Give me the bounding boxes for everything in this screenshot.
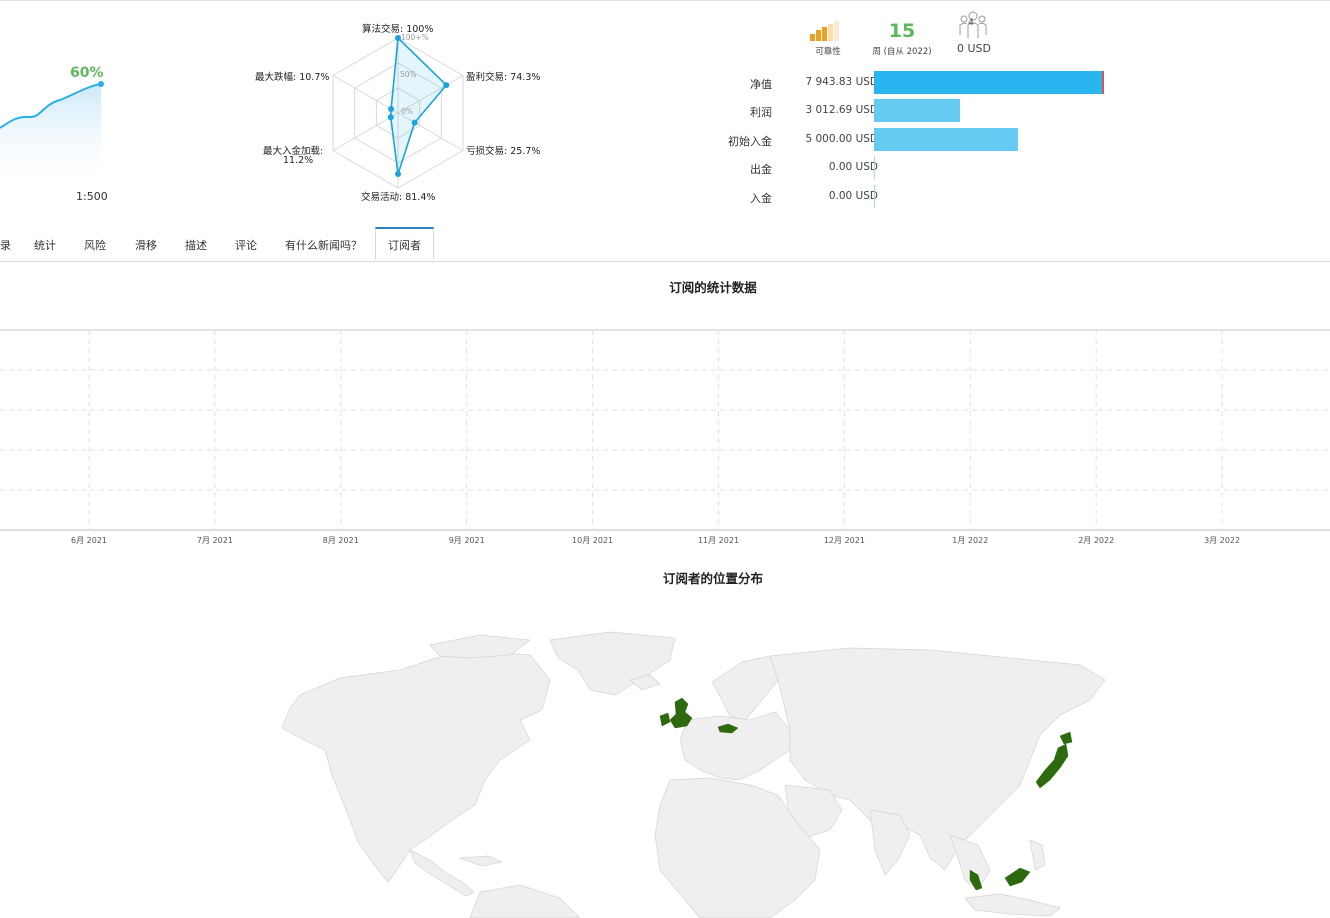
balance-track	[874, 185, 1254, 209]
radar-data-polygon	[389, 36, 448, 175]
world-map	[281, 631, 1106, 918]
growth-area	[0, 84, 101, 180]
tab-subscribers[interactable]: 订阅者	[375, 227, 434, 260]
radar-label-activity: 交易活动: 81.4%	[361, 192, 436, 203]
balance-value: 0.00 USD	[828, 161, 878, 173]
balance-bar	[874, 185, 875, 208]
tab-description[interactable]: 描述	[185, 237, 207, 253]
x-tick-label: 6月 2021	[71, 536, 107, 545]
growth-percent: 60%	[70, 65, 104, 81]
reliability-bar-2	[816, 30, 821, 41]
balance-row: 入金 0.00 USD	[700, 185, 1260, 209]
balance-row: 出金 0.00 USD	[700, 156, 1260, 180]
balance-label: 出金	[750, 163, 772, 176]
land-caribbean	[459, 855, 504, 867]
radar-label-loss: 亏损交易: 25.7%	[466, 146, 541, 157]
x-tick-label: 7月 2021	[197, 536, 233, 545]
tab-bar: 录 统计 风险 滑移 描述 评论 有什么新闻吗？ 订阅者	[0, 227, 1330, 262]
balance-label: 利润	[750, 106, 772, 119]
balance-value: 5 000.00 USD	[805, 133, 878, 145]
balance-value: 7 943.83 USD	[805, 76, 878, 88]
leverage-value: 1:500	[76, 190, 108, 203]
x-tick-label: 11月 2021	[698, 536, 739, 545]
radar-scale-50: 50%	[400, 70, 417, 79]
balance-label: 入金	[750, 192, 772, 205]
balance-row: 利润 3 012.69 USD	[700, 99, 1260, 123]
land-europe	[679, 711, 791, 781]
country-japan	[1035, 743, 1069, 789]
x-tick-label: 12月 2021	[824, 536, 865, 545]
balance-label: 净值	[750, 78, 772, 91]
balance-bar	[874, 128, 1018, 151]
radar-label-profit: 盈利交易: 74.3%	[466, 72, 541, 83]
tab-news[interactable]: 有什么新闻吗？	[285, 237, 362, 253]
country-japan-hokkaido	[1059, 731, 1073, 745]
subscribers-count: 4	[968, 18, 974, 28]
reliability-bar-1	[810, 34, 815, 41]
balance-track	[874, 128, 1254, 152]
tab-risk[interactable]: 风险	[84, 237, 106, 253]
country-ireland	[659, 712, 671, 727]
land-indonesia	[964, 893, 1061, 917]
radar-chart	[332, 35, 464, 189]
radar-scale-100: 100+%	[401, 33, 429, 42]
growth-endpoint	[98, 81, 104, 87]
radar-spoke-5	[332, 75, 399, 114]
radar-label-drawdown: 最大跌幅: 10.7%	[255, 72, 330, 83]
subscription-stats-title: 订阅的统计数据	[669, 280, 757, 295]
country-malaysia-borneo	[1004, 867, 1031, 887]
balance-track	[874, 99, 1254, 123]
radar-scale-0: 0%	[401, 107, 413, 116]
land-north-america	[281, 649, 551, 883]
x-tick-label: 3月 2022	[1204, 536, 1240, 545]
x-tick-label: 1月 2022	[952, 536, 988, 545]
land-scandinavia	[711, 655, 779, 721]
radar-point-5	[388, 105, 395, 112]
country-united-kingdom	[669, 697, 693, 729]
weeks-count: 15	[888, 20, 916, 42]
balance-bar	[874, 71, 1104, 94]
tab-reviews[interactable]: 评论	[235, 237, 257, 253]
reliability-bar-3	[822, 27, 827, 41]
radar-point-1	[443, 82, 450, 89]
reliability-icon	[808, 20, 848, 46]
location-title: 订阅者的位置分布	[662, 571, 763, 586]
x-tick-label: 10月 2021	[572, 536, 613, 545]
x-tick-label: 9月 2021	[449, 536, 485, 545]
balance-bar	[874, 99, 961, 122]
x-tick-label: 2月 2022	[1078, 536, 1114, 545]
reliability-bar-5	[834, 21, 839, 41]
tab-statistics[interactable]: 统计	[34, 237, 56, 253]
land-philippines	[1029, 839, 1046, 871]
subscribers-usd: 0 USD	[957, 42, 991, 55]
radar-point-3	[395, 171, 401, 178]
weeks-label: 周 (自从 2022)	[872, 47, 932, 57]
radar-point-4	[387, 114, 394, 121]
balance-value: 0.00 USD	[828, 190, 878, 202]
balance-bar	[874, 156, 875, 179]
top-divider	[0, 0, 1330, 1]
balance-row: 净值 7 943.83 USD	[700, 71, 1260, 95]
balance-label: 初始入金	[728, 135, 772, 148]
balance-row: 初始入金 5 000.00 USD	[700, 128, 1260, 152]
tab-slippage[interactable]: 滑移	[135, 237, 157, 253]
balance-value: 3 012.69 USD	[805, 104, 878, 116]
radar-label-deposit-load-value: 11.2%	[283, 155, 314, 166]
x-tick-label: 8月 2021	[323, 536, 359, 545]
land-southeast-asia	[949, 834, 991, 891]
reliability-label: 可靠性	[815, 47, 841, 57]
radar-point-2	[411, 119, 418, 126]
land-central-america	[409, 849, 475, 897]
balance-track	[874, 71, 1254, 95]
land-south-america	[469, 884, 581, 918]
balance-track	[874, 156, 1254, 180]
reliability-bar-4	[828, 24, 833, 41]
tab-history[interactable]: 录	[0, 237, 11, 253]
subscription-stats-chart: 6月 2021 7月 2021 8月 2021 9月 2021 10月 2021 11月 …	[0, 329, 1330, 545]
